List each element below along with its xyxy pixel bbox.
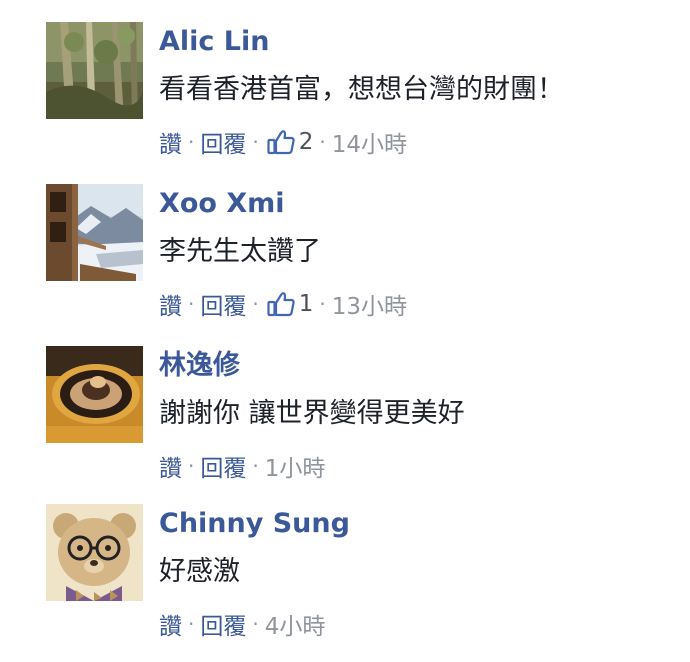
like-button[interactable]: 讚 <box>159 287 182 321</box>
comment-item: Chinny Sung 好感激 讚 · 回覆 · 4小時 <box>0 482 690 640</box>
reply-button[interactable]: 回覆 <box>200 607 246 641</box>
like-button[interactable]: 讚 <box>159 449 182 483</box>
avatar[interactable] <box>46 22 143 119</box>
reply-button[interactable]: 回覆 <box>200 125 246 159</box>
avatar[interactable] <box>46 504 143 601</box>
separator: · <box>252 454 259 478</box>
reply-button[interactable]: 回覆 <box>200 287 246 321</box>
separator: · <box>252 292 259 316</box>
snowy-mountain-cabin-photo-icon <box>46 184 143 281</box>
separator: · <box>252 130 259 154</box>
separator: · <box>319 130 326 154</box>
separator: · <box>252 612 259 636</box>
like-count[interactable]: 1 <box>295 291 314 317</box>
thumbs-up-icon[interactable] <box>267 129 295 155</box>
avatar[interactable] <box>46 346 143 443</box>
comment-list: Alic Lin 看看香港首富，想想台灣的財團！ 讚 · 回覆 · 2 · 14… <box>0 0 690 662</box>
separator: · <box>188 130 195 154</box>
bamboo-forest-photo-icon <box>46 22 143 119</box>
comment-text: 李先生太讚了 <box>159 236 321 267</box>
comment-text: 謝謝你 讓世界變得更美好 <box>159 398 465 429</box>
separator: · <box>319 292 326 316</box>
separator: · <box>188 612 195 636</box>
avatar[interactable] <box>46 184 143 281</box>
reply-button[interactable]: 回覆 <box>200 449 246 483</box>
like-count[interactable]: 2 <box>295 129 314 155</box>
like-button[interactable]: 讚 <box>159 125 182 159</box>
separator: · <box>188 454 195 478</box>
comment-author[interactable]: 林逸修 <box>159 348 240 384</box>
teddy-bear-glasses-photo-icon <box>46 504 143 601</box>
comment-text: 好感激 <box>159 556 240 587</box>
comment-author[interactable]: Chinny Sung <box>159 506 350 542</box>
comment-item: Xoo Xmi 李先生太讚了 讚 · 回覆 · 1 · 13小時 <box>0 162 690 320</box>
comment-item: Alic Lin 看看香港首富，想想台灣的財團！ 讚 · 回覆 · 2 · 14… <box>0 0 690 158</box>
separator: · <box>188 292 195 316</box>
timestamp[interactable]: 4小時 <box>265 607 326 641</box>
comment-actions: 讚 · 回覆 · 4小時 <box>159 606 325 642</box>
timestamp[interactable]: 14小時 <box>332 125 407 159</box>
dessert-plate-photo-icon <box>46 346 143 443</box>
timestamp[interactable]: 13小時 <box>332 287 407 321</box>
comment-author[interactable]: Alic Lin <box>159 24 270 60</box>
comment-item: 林逸修 謝謝你 讓世界變得更美好 讚 · 回覆 · 1小時 <box>0 324 690 482</box>
comment-author[interactable]: Xoo Xmi <box>159 186 285 222</box>
comment-actions: 讚 · 回覆 · 2 · 14小時 <box>159 124 407 160</box>
thumbs-up-icon[interactable] <box>267 291 295 317</box>
comment-actions: 讚 · 回覆 · 1小時 <box>159 448 325 484</box>
comment-actions: 讚 · 回覆 · 1 · 13小時 <box>159 286 407 322</box>
timestamp[interactable]: 1小時 <box>265 449 326 483</box>
comment-text: 看看香港首富，想想台灣的財團！ <box>159 74 564 105</box>
like-button[interactable]: 讚 <box>159 607 182 641</box>
